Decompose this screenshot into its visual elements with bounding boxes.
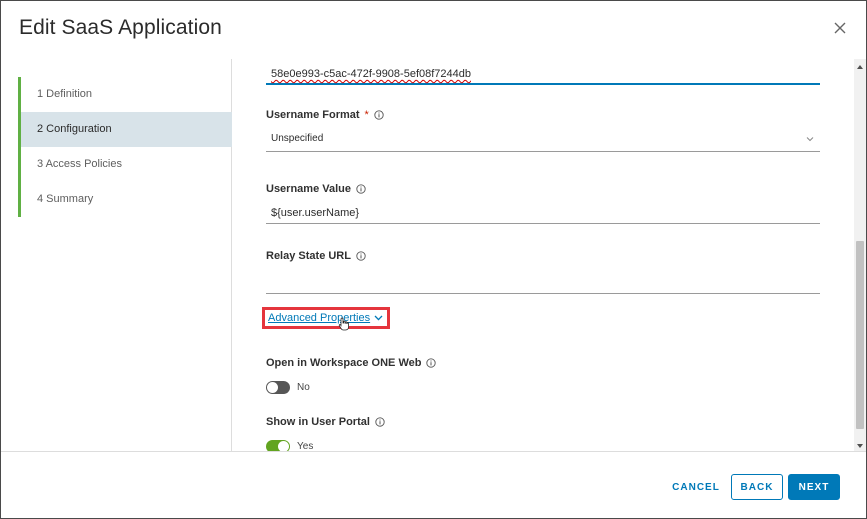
scroll-up-arrow-icon[interactable] bbox=[856, 64, 864, 70]
info-icon[interactable] bbox=[374, 110, 384, 120]
step-summary[interactable]: 4 Summary bbox=[18, 182, 232, 217]
username-value-field: Username Value ${user.userName} bbox=[266, 183, 820, 224]
chevron-down-icon bbox=[806, 137, 814, 142]
open-in-workspace-state: No bbox=[297, 382, 310, 393]
username-value-input[interactable]: ${user.userName} bbox=[266, 202, 820, 224]
show-in-user-portal-toggle-row: Yes bbox=[266, 440, 820, 451]
wizard-stepper: 1 Definition 2 Configuration 3 Access Po… bbox=[1, 59, 232, 451]
relay-state-url-label-text: Relay State URL bbox=[266, 250, 351, 262]
show-in-user-portal-label: Show in User Portal bbox=[266, 416, 820, 428]
close-icon[interactable] bbox=[832, 20, 848, 36]
relay-state-url-field: Relay State URL bbox=[266, 250, 820, 294]
show-in-user-portal-toggle[interactable] bbox=[266, 440, 290, 451]
username-format-label: Username Format * bbox=[266, 109, 820, 121]
info-icon[interactable] bbox=[356, 184, 366, 194]
hand-cursor-icon bbox=[338, 317, 349, 331]
toggle-knob bbox=[278, 441, 289, 451]
info-icon[interactable] bbox=[356, 251, 366, 261]
username-value-label: Username Value bbox=[266, 183, 820, 195]
username-format-field: Username Format * Unspecified bbox=[266, 109, 820, 152]
step-configuration[interactable]: 2 Configuration bbox=[18, 112, 232, 147]
chevron-down-icon bbox=[374, 315, 383, 321]
show-in-user-portal-label-text: Show in User Portal bbox=[266, 416, 370, 428]
username-format-label-text: Username Format bbox=[266, 109, 360, 121]
id-field: 58e0e993-c5ac-472f-9908-5ef08f7244db bbox=[266, 63, 820, 85]
open-in-workspace-toggle[interactable] bbox=[266, 381, 290, 394]
info-icon[interactable] bbox=[426, 358, 437, 368]
back-button[interactable]: BACK bbox=[731, 474, 783, 500]
relay-state-url-label: Relay State URL bbox=[266, 250, 820, 262]
scroll-down-arrow-icon[interactable] bbox=[856, 443, 864, 449]
edit-saas-application-dialog: Edit SaaS Application 1 Definition 2 Con… bbox=[0, 0, 867, 519]
scrollbar-thumb[interactable] bbox=[856, 241, 864, 429]
show-in-user-portal-state: Yes bbox=[297, 441, 314, 451]
advanced-properties-link[interactable]: Advanced Properties bbox=[268, 312, 370, 324]
step-label: 1 Definition bbox=[37, 88, 93, 100]
step-list: 1 Definition 2 Configuration 3 Access Po… bbox=[18, 77, 232, 217]
open-in-workspace-label-text: Open in Workspace ONE Web bbox=[266, 357, 422, 369]
advanced-properties-toggle[interactable]: Advanced Properties bbox=[262, 307, 391, 329]
open-in-workspace-label: Open in Workspace ONE Web bbox=[266, 357, 820, 369]
configuration-form: 58e0e993-c5ac-472f-9908-5ef08f7244db Use… bbox=[233, 59, 855, 451]
next-button[interactable]: NEXT bbox=[788, 474, 840, 500]
relay-state-url-input[interactable] bbox=[266, 272, 820, 294]
id-value: 58e0e993-c5ac-472f-9908-5ef08f7244db bbox=[271, 68, 471, 80]
step-label: 4 Summary bbox=[37, 193, 94, 205]
username-value-label-text: Username Value bbox=[266, 183, 351, 195]
username-format-select[interactable]: Unspecified bbox=[266, 126, 820, 152]
step-label: 3 Access Policies bbox=[37, 158, 122, 170]
info-icon[interactable] bbox=[375, 417, 385, 427]
open-in-workspace-toggle-row: No bbox=[266, 381, 820, 394]
step-definition[interactable]: 1 Definition bbox=[18, 77, 232, 112]
dialog-title: Edit SaaS Application bbox=[19, 16, 222, 39]
show-in-user-portal-field: Show in User Portal Yes bbox=[266, 416, 820, 451]
username-format-selected: Unspecified bbox=[271, 133, 324, 144]
cancel-button[interactable]: CANCEL bbox=[665, 474, 727, 500]
dialog-footer: CANCEL BACK NEXT bbox=[1, 451, 866, 518]
content-scrollbar[interactable] bbox=[854, 59, 866, 451]
toggle-knob bbox=[267, 382, 278, 393]
id-input[interactable]: 58e0e993-c5ac-472f-9908-5ef08f7244db bbox=[266, 63, 820, 85]
dialog-header: Edit SaaS Application bbox=[1, 1, 866, 59]
required-marker: * bbox=[364, 109, 369, 121]
open-in-workspace-field: Open in Workspace ONE Web No bbox=[266, 357, 820, 394]
step-label: 2 Configuration bbox=[37, 123, 112, 135]
step-access-policies[interactable]: 3 Access Policies bbox=[18, 147, 232, 182]
username-value-text: ${user.userName} bbox=[271, 207, 360, 219]
dialog-body: 1 Definition 2 Configuration 3 Access Po… bbox=[1, 59, 866, 451]
